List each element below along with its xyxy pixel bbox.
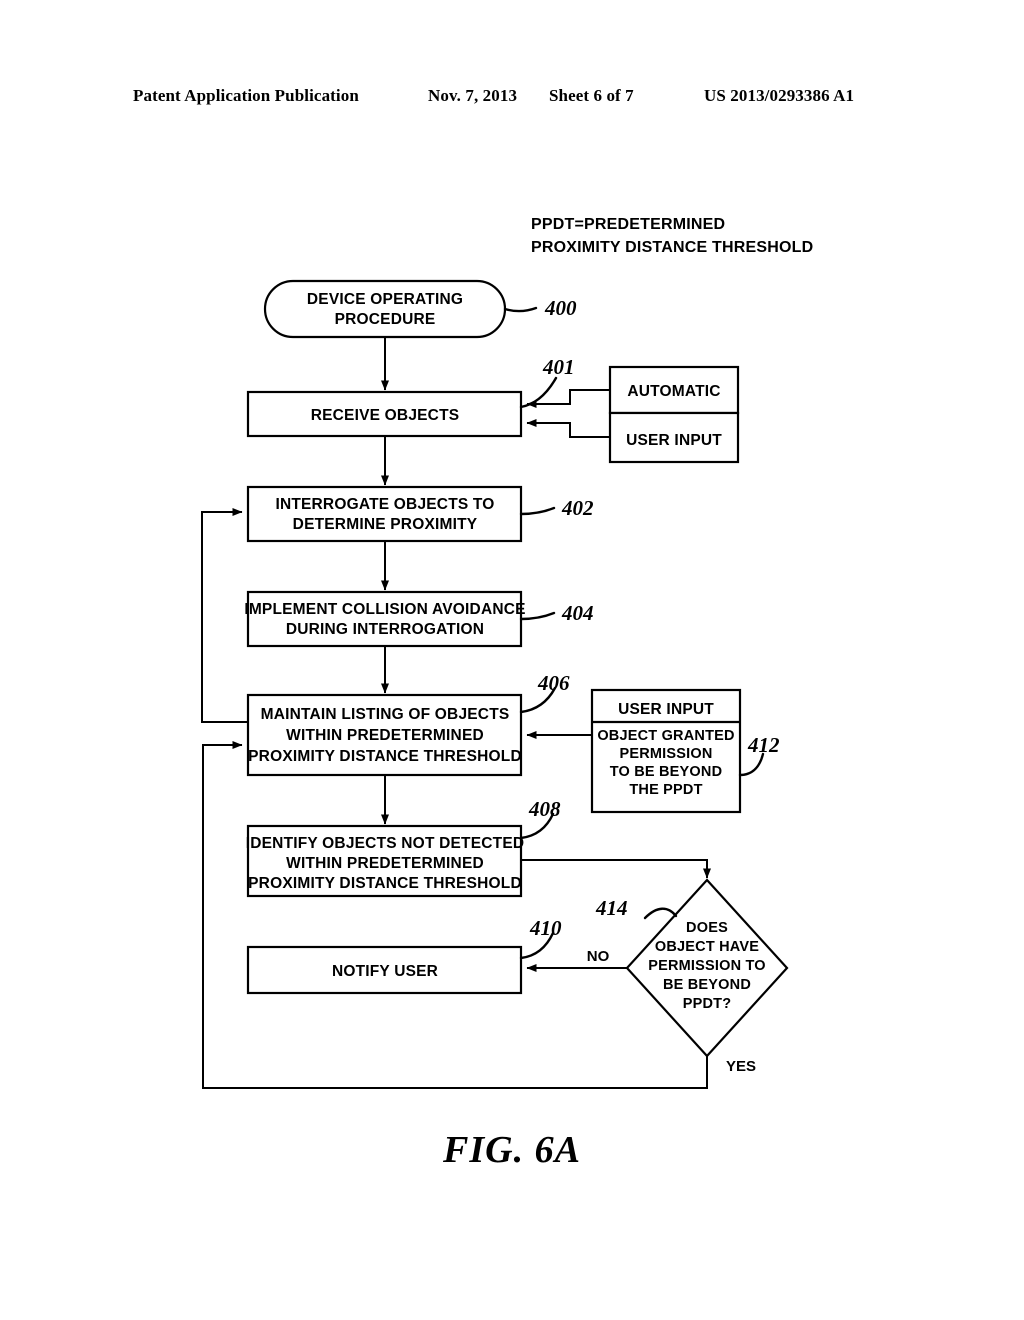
legend-line-2: PROXIMITY DISTANCE THRESHOLD <box>531 239 813 256</box>
node-device-operating-procedure <box>263 279 507 339</box>
node-user-permission-line-3: TO BE BEYOND <box>610 764 723 780</box>
node-collision-line-1: IMPLEMENT COLLISION AVOIDANCE <box>244 601 525 618</box>
ref-label-406: 406 <box>537 671 570 695</box>
node-maintain-line-2: WITHIN PREDETERMINED <box>286 727 484 744</box>
patent-flowchart-figure: PPDT=PREDETERMINED PROXIMITY DISTANCE TH… <box>0 0 1024 1320</box>
node-start-line-1: DEVICE OPERATING <box>307 291 463 308</box>
node-decision-line-4: BE BEYOND <box>663 977 751 993</box>
ref-label-404: 404 <box>561 601 594 625</box>
node-identify-line-3: PROXIMITY DISTANCE THRESHOLD <box>248 875 522 892</box>
node-interrogate-line-1: INTERROGATE OBJECTS TO <box>275 496 494 513</box>
node-receive-objects-label: RECEIVE OBJECTS <box>311 407 460 424</box>
node-user-input-source-label: USER INPUT <box>626 432 722 449</box>
leader-402 <box>519 506 556 516</box>
node-decision-line-2: OBJECT HAVE <box>655 939 759 955</box>
node-user-permission-line-4: THE PPDT <box>629 782 702 798</box>
node-notify-user-label: NOTIFY USER <box>332 963 438 980</box>
node-identify-line-2: WITHIN PREDETERMINED <box>286 855 484 872</box>
node-maintain-line-3: PROXIMITY DISTANCE THRESHOLD <box>248 748 522 765</box>
node-decision-line-3: PERMISSION TO <box>648 958 766 974</box>
ref-label-410: 410 <box>529 916 562 940</box>
leader-414 <box>643 907 678 920</box>
edge-maintain-to-interrogate-feedback <box>201 508 248 723</box>
ref-label-412: 412 <box>747 733 780 757</box>
edge-identify-to-decision <box>521 859 711 879</box>
node-decision-line-1: DOES <box>686 920 728 936</box>
node-maintain-line-1: MAINTAIN LISTING OF OBJECTS <box>261 706 510 723</box>
ref-label-414: 414 <box>595 896 628 920</box>
node-collision-line-2: DURING INTERROGATION <box>286 621 484 638</box>
figure-caption: FIG. 6A <box>443 1129 581 1171</box>
node-start-line-2: PROCEDURE <box>335 311 436 328</box>
node-automatic-label: AUTOMATIC <box>627 383 720 400</box>
leader-412 <box>738 752 765 777</box>
edge-label-no: NO <box>587 948 610 965</box>
ref-label-402: 402 <box>561 496 594 520</box>
ref-label-400: 400 <box>544 296 577 320</box>
leader-404 <box>519 611 556 621</box>
node-interrogate-line-2: DETERMINE PROXIMITY <box>293 516 478 533</box>
node-decision-line-5: PPDT? <box>683 996 732 1012</box>
legend-line-1: PPDT=PREDETERMINED <box>531 216 725 233</box>
edge-label-yes: YES <box>726 1058 756 1075</box>
edge-user-input-to-receive <box>526 419 610 438</box>
node-identify-line-1: IDENTIFY OBJECTS NOT DETECTED <box>246 835 525 852</box>
ref-label-401: 401 <box>542 355 575 379</box>
node-user-permission-line-2: PERMISSION <box>619 746 712 762</box>
node-user-permission-header: USER INPUT <box>618 701 714 718</box>
ref-label-408: 408 <box>528 797 561 821</box>
node-user-permission-line-1: OBJECT GRANTED <box>597 728 734 744</box>
leader-400 <box>503 306 538 313</box>
leader-401 <box>519 376 558 409</box>
